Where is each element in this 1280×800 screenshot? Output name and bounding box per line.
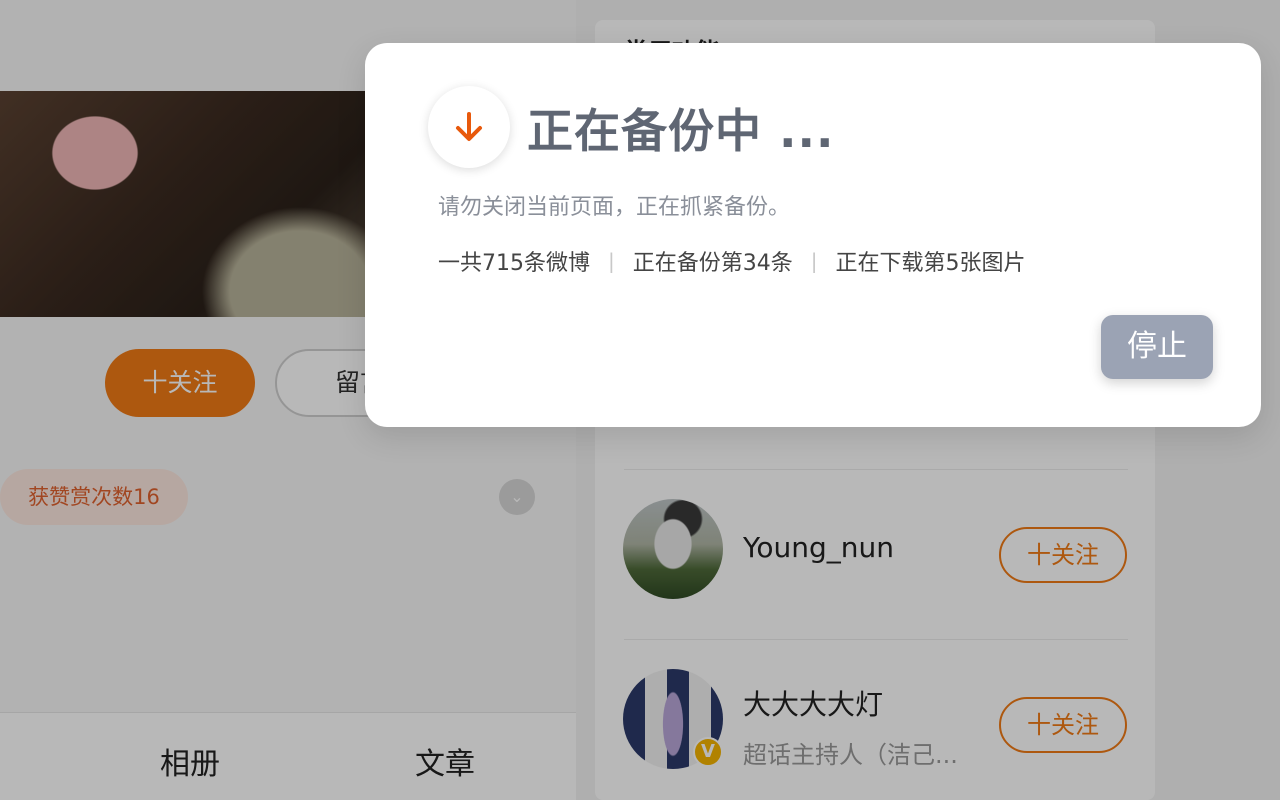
dialog-title: 正在备份中 ...: [527, 104, 835, 158]
dialog-subtitle: 请勿关闭当前页面，正在抓紧备份。: [438, 195, 791, 220]
stop-button[interactable]: 停止: [1101, 315, 1213, 379]
image-download-stat: 正在下载第5张图片: [835, 251, 1026, 276]
download-arrow-icon: [428, 86, 510, 168]
backup-stats: 一共715条微博 | 正在备份第34条 | 正在下载第5张图片: [438, 245, 1026, 277]
stat-separator: |: [810, 249, 818, 273]
current-post-stat: 正在备份第34条: [632, 251, 793, 276]
stat-separator: |: [608, 249, 615, 273]
total-posts-stat: 一共715条微博: [438, 251, 590, 276]
backup-progress-dialog: 正在备份中 ... 请勿关闭当前页面，正在抓紧备份。 一共715条微博 | 正在…: [365, 43, 1261, 427]
